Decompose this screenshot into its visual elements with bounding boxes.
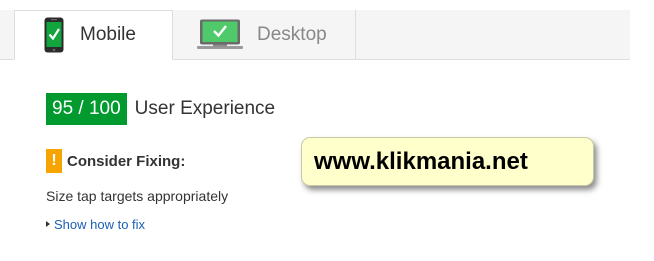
consider-fixing-heading: Consider Fixing: <box>67 152 186 170</box>
watermark-banner: www.klikmania.net <box>301 137 594 186</box>
score-badge: 95 / 100 <box>46 93 127 125</box>
warning-icon: ! <box>46 149 62 173</box>
page: Mobile Desktop 95 / 100 User Experience … <box>0 0 654 261</box>
score-title: User Experience <box>134 98 276 119</box>
score-row: 95 / 100 User Experience <box>46 93 275 125</box>
rule-title: Size tap targets appropriately <box>46 188 229 204</box>
tab-mobile-label: Mobile <box>80 24 136 45</box>
watermark-text: www.klikmania.net <box>314 147 528 175</box>
tab-desktop-label: Desktop <box>257 23 327 45</box>
consider-fixing-header: ! Consider Fixing: <box>46 149 185 173</box>
device-tab-bar: Mobile Desktop <box>0 0 654 60</box>
show-how-to-fix-toggle[interactable]: Show how to fix <box>46 216 145 232</box>
tab-mobile[interactable]: Mobile <box>14 10 173 60</box>
desktop-monitor-icon <box>197 19 243 49</box>
mobile-phone-icon <box>44 17 64 53</box>
tab-desktop[interactable]: Desktop <box>173 10 356 59</box>
expand-triangle-icon <box>46 221 50 227</box>
show-how-to-fix-link[interactable]: Show how to fix <box>54 217 145 232</box>
